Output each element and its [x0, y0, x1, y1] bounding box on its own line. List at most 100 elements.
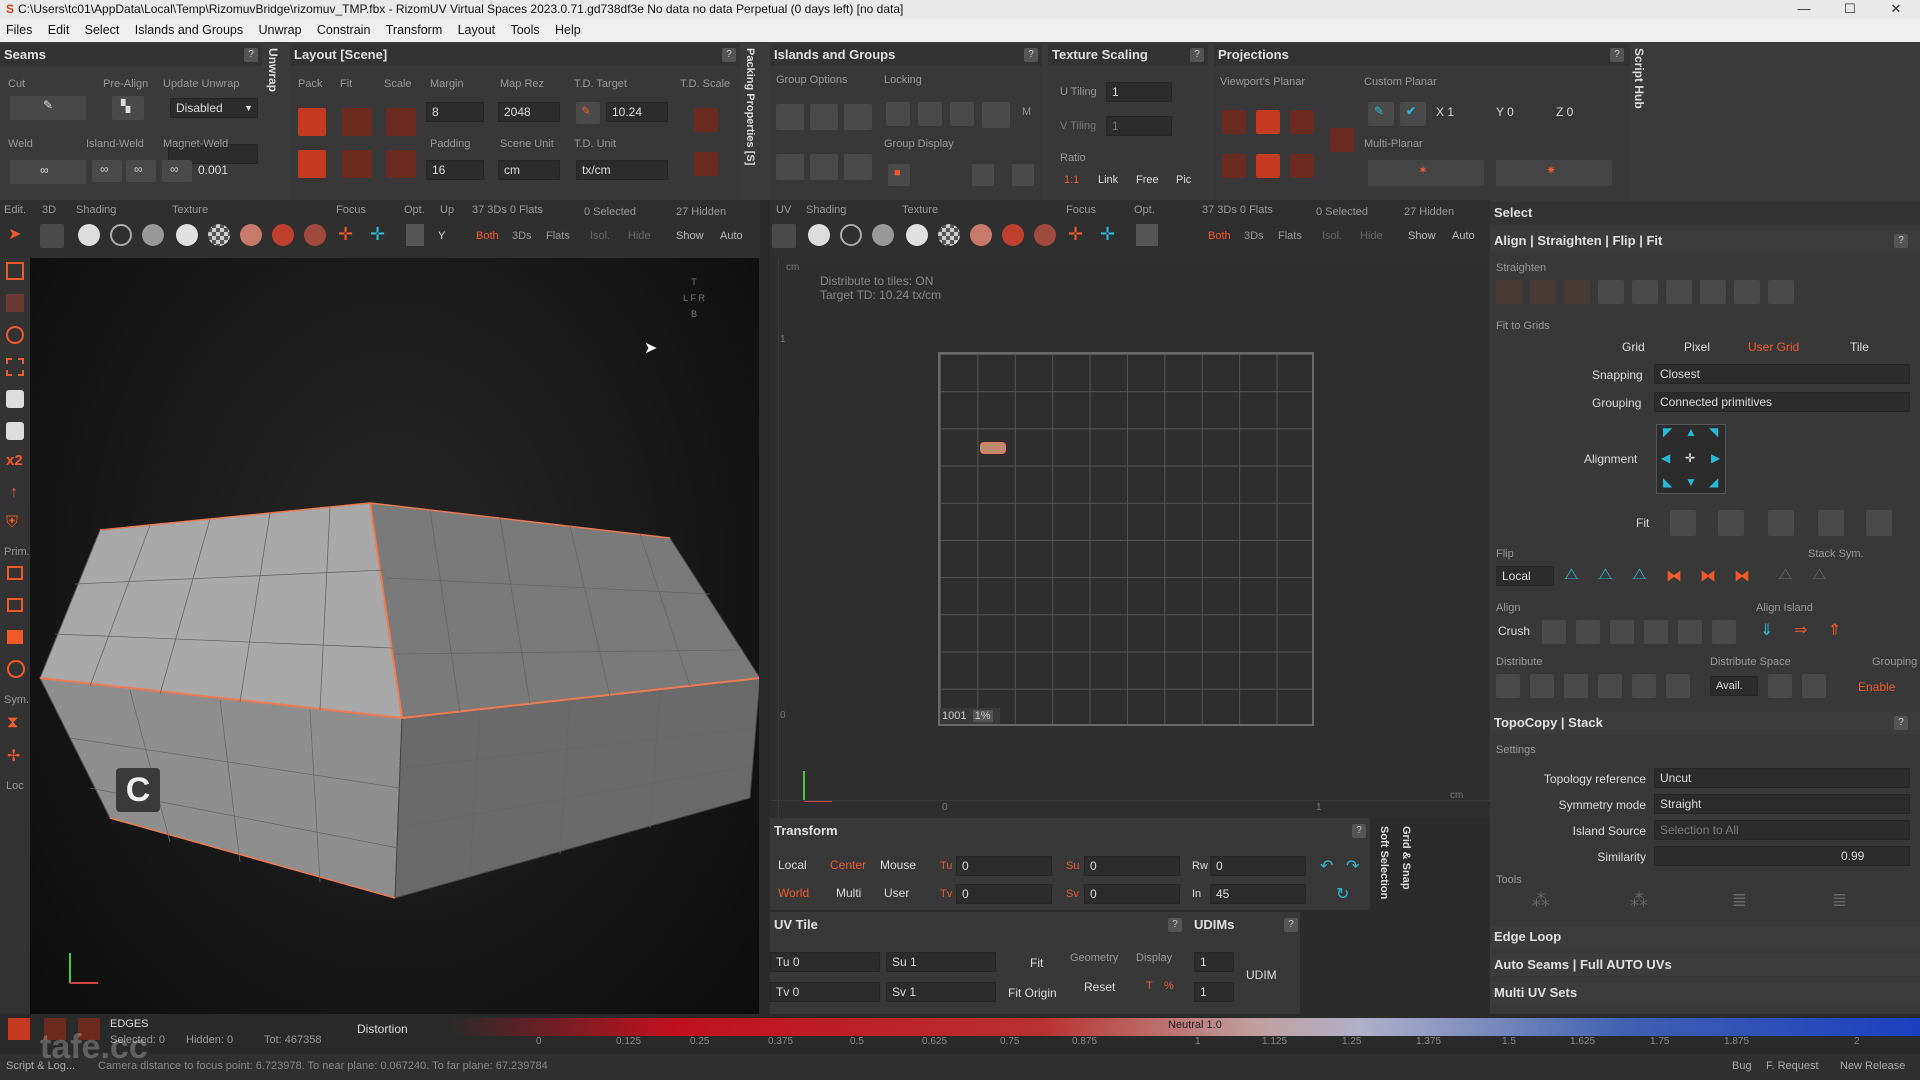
- weld-button[interactable]: ∞: [10, 160, 86, 184]
- group-display-2[interactable]: [972, 164, 994, 186]
- rw-input[interactable]: 0: [1210, 856, 1306, 876]
- straighten-1-icon[interactable]: [1496, 280, 1522, 304]
- select-panel-title[interactable]: Select: [1490, 202, 1920, 224]
- packing-properties-tab[interactable]: Packing Properties [S]: [744, 48, 756, 165]
- distribute-space-1-icon[interactable]: [1768, 674, 1792, 698]
- symmetry-icon[interactable]: ⧗: [7, 714, 18, 732]
- symmetry-axis-icon[interactable]: ✢: [7, 746, 20, 766]
- focus-icon[interactable]: ✛: [338, 224, 353, 245]
- menu-files[interactable]: Files: [6, 23, 32, 37]
- shield-icon[interactable]: ⛨: [6, 514, 18, 532]
- uv-wire-icon[interactable]: [840, 224, 862, 246]
- align-right-icon[interactable]: ▶: [1711, 451, 1720, 465]
- shaded-sphere-icon[interactable]: [78, 224, 100, 246]
- uv-tile-su-input[interactable]: Su 1: [886, 952, 996, 972]
- select-sphere-icon[interactable]: [6, 326, 24, 344]
- view-front[interactable]: F: [691, 293, 697, 303]
- uv-opt-icon[interactable]: [1136, 224, 1158, 246]
- projections-help-button[interactable]: ?: [1610, 48, 1624, 62]
- flip-h2-icon[interactable]: ⧍: [1598, 566, 1613, 584]
- islands-help-button[interactable]: ?: [1024, 48, 1038, 62]
- distribute-1-icon[interactable]: [1496, 674, 1520, 698]
- uv-shaded-icon[interactable]: [808, 224, 830, 246]
- grouping-enable-toggle[interactable]: Enable: [1858, 680, 1895, 694]
- uv-distortion-icon[interactable]: [1002, 224, 1024, 246]
- map-rez-input[interactable]: 2048: [498, 102, 560, 122]
- planar-z2-button[interactable]: [1290, 154, 1314, 178]
- group-display-3[interactable]: [1012, 164, 1034, 186]
- uv-flats-toggle[interactable]: Flats: [1278, 230, 1302, 242]
- view-right[interactable]: R: [699, 293, 706, 303]
- ratio-free-button[interactable]: Free: [1136, 174, 1159, 186]
- menu-help[interactable]: Help: [555, 23, 581, 37]
- select-grid-icon[interactable]: [6, 358, 24, 376]
- align-island-3-icon[interactable]: ⇑: [1828, 620, 1841, 640]
- topo-tool-2-icon[interactable]: ⁂: [1630, 890, 1648, 911]
- align-island-2-icon[interactable]: ⇒: [1794, 620, 1807, 640]
- lock-all-icon[interactable]: [950, 102, 974, 126]
- align-bottom-left-icon[interactable]: ◣: [1663, 475, 1672, 489]
- prim-face-icon[interactable]: [7, 566, 23, 580]
- viewport-divider[interactable]: [760, 200, 770, 1050]
- distortion-select[interactable]: Distortion: [352, 1020, 442, 1040]
- rotate-apply-icon[interactable]: ↻: [1336, 884, 1349, 904]
- menu-islands-groups[interactable]: Islands and Groups: [135, 23, 243, 37]
- flip-space-select[interactable]: Local: [1496, 566, 1554, 586]
- menu-constrain[interactable]: Constrain: [317, 23, 371, 37]
- pin-icon[interactable]: ↑: [10, 484, 18, 502]
- u-tiling-input[interactable]: 1: [1106, 82, 1172, 102]
- uv-viewport[interactable]: cm Distribute to tiles: ON Target TD: 10…: [770, 258, 1490, 818]
- island-source-select[interactable]: Selection to All: [1654, 820, 1910, 840]
- fit-1-icon[interactable]: [1670, 510, 1696, 536]
- feature-request-button[interactable]: F. Request: [1766, 1060, 1819, 1072]
- prim-island-icon[interactable]: [7, 630, 23, 644]
- planar-view-button[interactable]: [1330, 128, 1354, 152]
- view-left[interactable]: L: [683, 293, 688, 303]
- magnet-weld-value[interactable]: 0.001: [198, 163, 228, 177]
- group-option-3[interactable]: [844, 154, 872, 180]
- user-grid-tab[interactable]: User Grid: [1748, 340, 1799, 354]
- td-pick-button[interactable]: ✎: [576, 102, 600, 124]
- prim-mesh-icon[interactable]: [7, 660, 25, 678]
- topo-tool-1-icon[interactable]: ⁂: [1532, 890, 1550, 911]
- transform-local[interactable]: Local: [778, 858, 807, 872]
- unwrap-tab[interactable]: Unwrap: [266, 48, 280, 92]
- auto-seams-section[interactable]: Auto Seams | Full AUTO UVs: [1490, 954, 1920, 976]
- island-weld-all-button[interactable]: ∞: [126, 160, 156, 182]
- x2-button[interactable]: x2: [6, 452, 23, 469]
- uv-wire-shaded-icon[interactable]: [872, 224, 894, 246]
- script-hub-tab[interactable]: Script Hub: [1632, 48, 1646, 109]
- menu-unwrap[interactable]: Unwrap: [258, 23, 301, 37]
- maximize-button[interactable]: ☐: [1828, 0, 1872, 18]
- align-top-left-icon[interactable]: ◤: [1663, 425, 1672, 439]
- td-scale-selected-button[interactable]: [694, 152, 718, 176]
- uv-island[interactable]: [980, 442, 1006, 454]
- transform-user[interactable]: User: [884, 886, 909, 900]
- straighten-7-icon[interactable]: [1700, 280, 1726, 304]
- island-weld-button[interactable]: ∞: [92, 160, 122, 182]
- uv-stretch-icon[interactable]: [970, 224, 992, 246]
- select-lasso-icon[interactable]: [6, 294, 24, 312]
- sv-input[interactable]: 0: [1084, 884, 1180, 904]
- wire-shaded-icon[interactable]: [142, 224, 164, 246]
- transform-multi[interactable]: Multi: [836, 886, 861, 900]
- menu-transform[interactable]: Transform: [386, 23, 443, 37]
- tu-input[interactable]: 0: [956, 856, 1052, 876]
- fit-button[interactable]: [342, 108, 372, 136]
- fit-4-icon[interactable]: [1818, 510, 1844, 536]
- snapping-select[interactable]: Closest: [1654, 364, 1910, 384]
- grid-snap-tab[interactable]: Grid & Snap: [1400, 826, 1412, 890]
- transform-help-button[interactable]: ?: [1352, 824, 1366, 838]
- distribute-3-icon[interactable]: [1564, 674, 1588, 698]
- uv-focus-selection-icon[interactable]: ✛: [1100, 224, 1115, 245]
- flip-v-icon[interactable]: ⧓: [1666, 566, 1682, 586]
- wire-sphere-icon[interactable]: [110, 224, 132, 246]
- texture-scaling-help-button[interactable]: ?: [1190, 48, 1204, 62]
- stack-icon[interactable]: ≣: [1732, 890, 1747, 911]
- rotate-cw-icon[interactable]: ↷: [1346, 856, 1359, 876]
- in-input[interactable]: 45: [1210, 884, 1306, 904]
- td-unit-select[interactable]: tx/cm: [576, 160, 668, 180]
- scale-selected-button[interactable]: [386, 150, 416, 178]
- flip-h3-icon[interactable]: ⧍: [1632, 566, 1647, 584]
- crush-button[interactable]: Crush: [1498, 624, 1530, 638]
